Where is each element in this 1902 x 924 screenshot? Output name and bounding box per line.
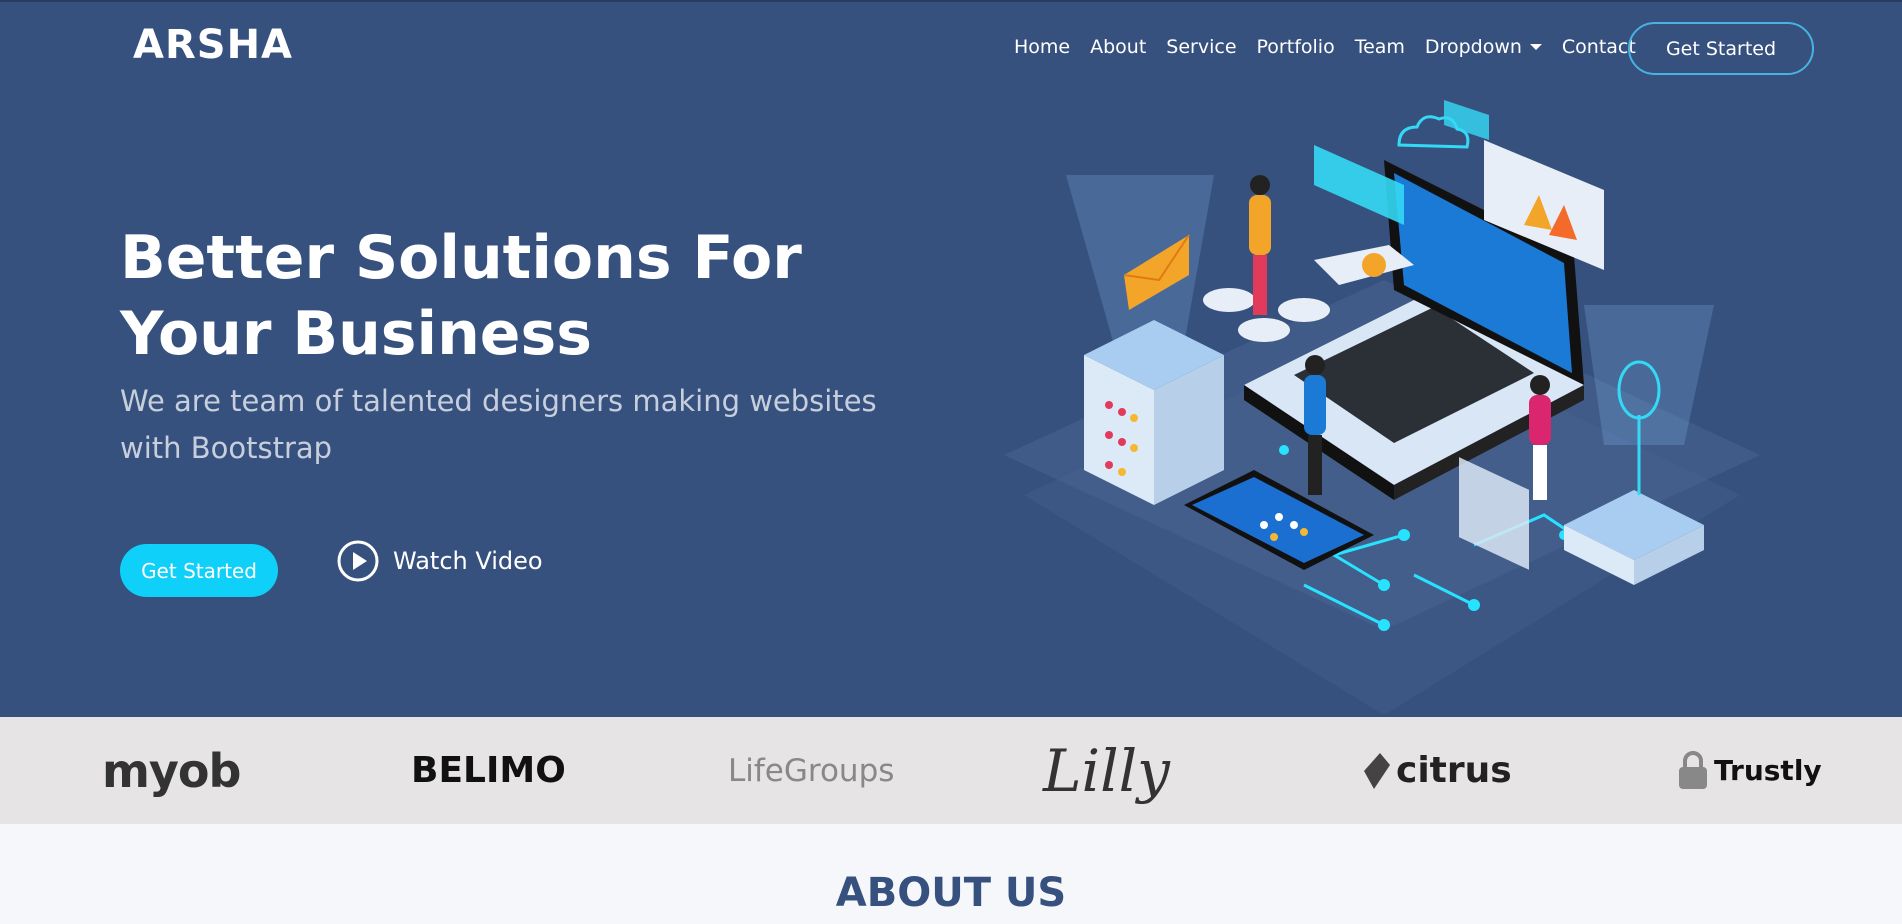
hero-title: Better Solutions For Your Business <box>120 223 802 369</box>
hero-illustration <box>1004 100 1760 715</box>
watch-video-label: Watch Video <box>393 547 543 575</box>
nav-team[interactable]: Team <box>1355 36 1405 58</box>
caret-down-icon <box>1529 44 1542 50</box>
client-logo-belimo: BELIMO <box>411 750 566 791</box>
citrus-label: citrus <box>1396 750 1512 791</box>
client-logo-myob: myob <box>102 743 241 798</box>
hero-section: ARSHA Home About Service Portfolio Team … <box>0 0 1902 717</box>
main-nav: Home About Service Portfolio Team Dropdo… <box>1014 30 1656 64</box>
get-started-nav-button[interactable]: Get Started <box>1628 22 1814 75</box>
nav-portfolio[interactable]: Portfolio <box>1257 36 1335 58</box>
nav-about[interactable]: About <box>1090 36 1146 58</box>
client-logo-trustly: Trustly <box>1676 717 1822 824</box>
brand-logo[interactable]: ARSHA <box>133 22 293 68</box>
get-started-button[interactable]: Get Started <box>120 544 278 597</box>
about-section-title: ABOUT US <box>835 870 1067 916</box>
client-logo-lilly: Lilly <box>1043 736 1170 805</box>
trustly-label: Trustly <box>1714 754 1822 787</box>
watch-video-link[interactable]: Watch Video <box>337 540 543 582</box>
nav-dropdown[interactable]: Dropdown <box>1425 36 1542 58</box>
nav-home[interactable]: Home <box>1014 36 1070 58</box>
hero-subtitle: We are team of talented designers making… <box>120 384 877 465</box>
play-circle-icon <box>337 540 379 582</box>
clients-section: myob BELIMO LifeGroups Lilly citrus Trus… <box>0 717 1902 824</box>
nav-contact[interactable]: Contact <box>1562 36 1636 58</box>
client-logo-citrus: citrus <box>1362 717 1512 824</box>
nav-dropdown-label: Dropdown <box>1424 36 1522 58</box>
lock-icon <box>1679 750 1707 789</box>
client-logo-lifegroups: LifeGroups <box>728 752 895 789</box>
nav-service[interactable]: Service <box>1166 36 1236 58</box>
top-border <box>0 0 1902 2</box>
citrus-mark-icon <box>1364 752 1390 789</box>
